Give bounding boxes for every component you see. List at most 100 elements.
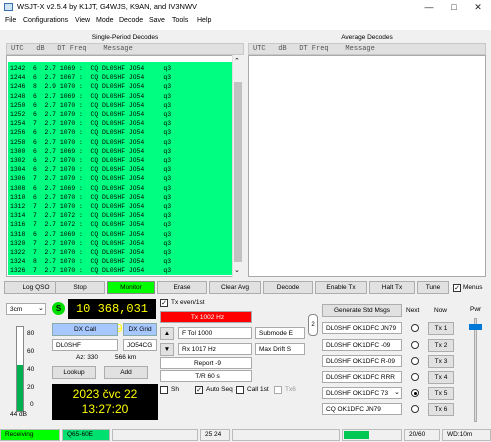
tx1-message[interactable]: DL0SHF OK1DFC JN79	[322, 322, 402, 334]
tr-period-spinbox[interactable]: T/R 60 s	[160, 370, 252, 382]
maximize-icon[interactable]: □	[443, 0, 465, 14]
tx6-button[interactable]: Tx 6	[428, 403, 454, 416]
menu-decode[interactable]: Decode	[119, 17, 143, 24]
menu-mode[interactable]: Mode	[96, 17, 114, 24]
generate-std-msgs-button[interactable]: Generate Std Msgs	[322, 304, 402, 317]
tx-progress-bar	[342, 429, 402, 441]
menu-file[interactable]: File	[5, 17, 16, 24]
menu-configurations[interactable]: Configurations	[23, 17, 68, 24]
tx2-next-radio[interactable]	[411, 341, 419, 349]
max-drift-spinbox[interactable]: Max Drift S	[255, 343, 305, 355]
band-dropdown-icon[interactable]: ⌄	[38, 304, 44, 312]
decode-line[interactable]: 1316 7 2.7 1072 : CQ DL0SHF JO54 q3	[10, 220, 171, 229]
set-tx-from-rx-icon[interactable]: ▲	[160, 327, 174, 340]
decode-line[interactable]: 1322 7 2.7 1070 : CQ DL0SHF JO54 q3	[10, 248, 171, 257]
tx1-button[interactable]: Tx 1	[428, 322, 454, 335]
menus-checkbox[interactable]: ✓	[453, 284, 461, 292]
submode-spinbox[interactable]: Submode E	[255, 327, 305, 339]
app-icon	[4, 3, 13, 11]
scroll-down-icon[interactable]: ⌄	[234, 266, 240, 274]
halt-tx-button[interactable]: Halt Tx	[369, 281, 415, 294]
call-1st-label: Call 1st	[247, 386, 269, 393]
tx4-message[interactable]: DL0SHF OK1DFC RRR	[322, 371, 402, 383]
set-rx-from-tx-icon[interactable]: ▼	[160, 343, 174, 356]
scroll-up-icon[interactable]: ⌃	[234, 57, 240, 65]
menu-view[interactable]: View	[75, 17, 90, 24]
sh-checkbox[interactable]	[160, 386, 168, 394]
tx4-button[interactable]: Tx 4	[428, 371, 454, 384]
erase-button[interactable]: Erase	[157, 281, 207, 294]
decode-line[interactable]: 1312 7 2.7 1070 : CQ DL0SHF JO54 q3	[10, 202, 171, 211]
decode-line[interactable]: 1244 6 2.7 1067 : CQ DL0SHF JO54 q3	[10, 73, 171, 82]
tx5-dropdown-icon[interactable]: ⌄	[394, 388, 400, 396]
scroll-thumb[interactable]	[234, 82, 242, 262]
add-button[interactable]: Add	[104, 366, 148, 379]
decode-line[interactable]: 1306 7 2.7 1070 : CQ DL0SHF JO54 q3	[10, 174, 171, 183]
decode-line[interactable]: 1246 8 2.9 1070 : CQ DL0SHF JO54 q3	[10, 82, 171, 91]
tx6-next-radio[interactable]	[411, 405, 419, 413]
tx-freq-spinbox[interactable]: Tx 1002 Hz	[160, 311, 252, 323]
auto-seq-checkbox[interactable]: ✓	[195, 386, 203, 394]
tx5-next-radio[interactable]	[411, 389, 419, 397]
decode-button[interactable]: Decode	[263, 281, 313, 294]
dx-grid-field[interactable]: JO54CG	[123, 339, 157, 351]
decode-line[interactable]: 1326 7 2.7 1070 : CQ DL0SHF JO54 q3	[10, 266, 171, 275]
tx6-label: Tx6	[285, 386, 296, 393]
decode-line[interactable]: 1302 6 2.7 1070 : CQ DL0SHF JO54 q3	[10, 156, 171, 165]
enable-tx-button[interactable]: Enable Tx	[315, 281, 367, 294]
decode-line[interactable]: 1242 6 2.7 1069 : CQ DL0SHF JO54 q3	[10, 64, 171, 73]
decode-line[interactable]: 1318 6 2.7 1069 : CQ DL0SHF JO54 q3	[10, 230, 171, 239]
monitor-button[interactable]: Monitor	[107, 281, 155, 294]
tab-toggle-icon[interactable]: 2	[308, 314, 318, 336]
tx6-checkbox[interactable]	[274, 386, 282, 394]
decode-line[interactable]: 1320 7 2.7 1070 : CQ DL0SHF JO54 q3	[10, 239, 171, 248]
decode-line[interactable]: 1300 6 2.7 1069 : CQ DL0SHF JO54 q3	[10, 147, 171, 156]
report-spinbox[interactable]: Report -9	[160, 357, 252, 369]
lookup-button[interactable]: Lookup	[52, 366, 96, 379]
dx-grid-button[interactable]: DX Grid	[123, 323, 157, 336]
dx-call-button[interactable]: DX Call	[52, 323, 118, 336]
decode-line[interactable]: 1310 6 2.7 1070 : CQ DL0SHF JO54 q3	[10, 193, 171, 202]
frequency-display: 10 368,031 739	[68, 299, 156, 336]
tx2-button[interactable]: Tx 2	[428, 339, 454, 352]
call-1st-checkbox[interactable]	[236, 386, 244, 394]
average-decodes-list[interactable]	[248, 55, 486, 277]
menu-save[interactable]: Save	[149, 17, 165, 24]
menu-help[interactable]: Help	[197, 17, 211, 24]
decode-line[interactable]: 1324 8 2.7 1070 : CQ DL0SHF JO54 q3	[10, 257, 171, 266]
tx2-message[interactable]: DL0SHF OK1DFC -09	[322, 339, 402, 351]
ftol-spinbox[interactable]: F Tol 1000	[178, 327, 252, 339]
dx-call-field[interactable]: DL0SHF	[52, 339, 118, 351]
pwr-slider-track[interactable]	[474, 318, 477, 422]
pwr-slider-handle[interactable]	[469, 324, 482, 330]
decode-line[interactable]: 1248 6 2.7 1069 : CQ DL0SHF JO54 q3	[10, 92, 171, 101]
decode-line[interactable]: 1252 6 2.7 1070 : CQ DL0SHF JO54 q3	[10, 110, 171, 119]
tx-even-checkbox[interactable]: ✓	[160, 299, 168, 307]
minimize-icon[interactable]: —	[418, 0, 440, 14]
clock-time: 13:27:20	[81, 402, 129, 416]
decode-line[interactable]: 1304 6 2.7 1070 : CQ DL0SHF JO54 q3	[10, 165, 171, 174]
tx5-message[interactable]: DL0SHF OK1DFC 73	[322, 387, 402, 399]
decode-line[interactable]: 1308 6 2.7 1069 : CQ DL0SHF JO54 q3	[10, 184, 171, 193]
tx3-message[interactable]: DL0SHF OK1DFC R-09	[322, 355, 402, 367]
mode-status: Q65-60E	[62, 429, 110, 441]
decode-line[interactable]: 1250 6 2.7 1070 : CQ DL0SHF JO54 q3	[10, 101, 171, 110]
tx5-button[interactable]: Tx 5	[428, 387, 454, 400]
decode-line[interactable]: 1314 7 2.7 1072 : CQ DL0SHF JO54 q3	[10, 211, 171, 220]
tx1-next-radio[interactable]	[411, 324, 419, 332]
close-icon[interactable]: ✕	[467, 0, 489, 14]
decode-line[interactable]: 1256 6 2.7 1070 : CQ DL0SHF JO54 q3	[10, 128, 171, 137]
decodes-area[interactable]: 1242 6 2.7 1069 : CQ DL0SHF JO54 q3 1244 …	[8, 62, 232, 275]
clear-avg-button[interactable]: Clear Avg	[209, 281, 261, 294]
tune-button[interactable]: Tune	[417, 281, 449, 294]
stop-button[interactable]: Stop	[55, 281, 105, 294]
menu-tools[interactable]: Tools	[172, 17, 188, 24]
azimuth: Az: 330	[76, 354, 99, 361]
decode-line[interactable]: 1254 7 2.7 1070 : CQ DL0SHF JO54 q3	[10, 119, 171, 128]
decode-line[interactable]: 1258 6 2.7 1070 : CQ DL0SHF JO54 q3	[10, 138, 171, 147]
tx6-message[interactable]: CQ OK1DFC JN79	[322, 403, 402, 415]
tx3-button[interactable]: Tx 3	[428, 355, 454, 368]
tx4-next-radio[interactable]	[411, 373, 419, 381]
tx3-next-radio[interactable]	[411, 357, 419, 365]
rx-freq-spinbox[interactable]: Rx 1017 Hz	[178, 343, 252, 355]
